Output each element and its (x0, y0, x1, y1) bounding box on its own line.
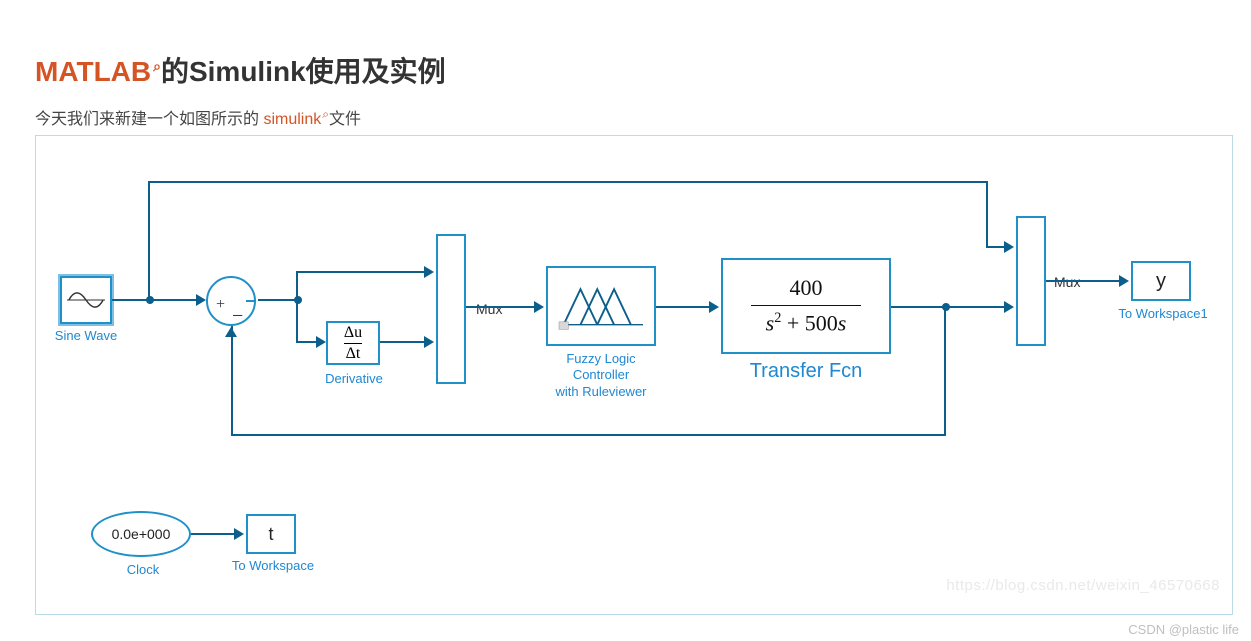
to-workspace-block[interactable]: t (246, 514, 296, 554)
sine-wave-icon (67, 285, 105, 315)
arrow-icon (424, 266, 434, 278)
subtitle: 今天我们来新建一个如图所示的 simulink⌕文件 (35, 105, 361, 129)
search-icon[interactable]: ⌕ (153, 58, 161, 74)
wire (296, 301, 298, 343)
derivative-numerator: Δu (344, 325, 362, 341)
search-icon[interactable]: ⌕ (322, 107, 329, 121)
watermark-url: https://blog.csdn.net/weixin_46570668 (946, 577, 1220, 594)
transfer-fcn-expression: 400 s2 + 500s (751, 275, 861, 336)
mux2-label: Mux (1054, 274, 1080, 290)
subtitle-suffix: 文件 (329, 111, 361, 128)
wire (466, 306, 536, 308)
clock-block[interactable]: 0.0e+000 (91, 511, 191, 557)
transfer-fcn-block[interactable]: 400 s2 + 500s (721, 258, 891, 354)
to-workspace1-var: y (1156, 270, 1166, 293)
wire (946, 306, 1006, 308)
fuzzy-controller-block[interactable] (546, 266, 656, 346)
wire (148, 181, 988, 183)
mux1-label: Mux (476, 301, 502, 317)
subtitle-prefix: 今天我们来新建一个如图所示的 (35, 111, 259, 128)
to-workspace-label: To Workspace (223, 558, 323, 574)
arrow-icon (234, 528, 244, 540)
sine-wave-label: Sine Wave (36, 328, 136, 344)
sine-wave-block[interactable] (60, 276, 112, 324)
wire (1046, 280, 1121, 282)
wire (944, 306, 946, 436)
derivative-block[interactable]: Δu Δt (326, 321, 380, 365)
wire (891, 306, 946, 308)
wire (296, 271, 426, 273)
derivative-symbol: Δu Δt (336, 321, 370, 366)
arrow-icon (196, 294, 206, 306)
wire (296, 271, 298, 301)
to-workspace1-label: To Workspace1 (1108, 306, 1218, 322)
mux2-block[interactable] (1016, 216, 1046, 346)
arrow-icon (1119, 275, 1129, 287)
arrow-icon (316, 336, 326, 348)
subtitle-highlight: simulink (263, 111, 321, 128)
derivative-denominator: Δt (344, 343, 362, 362)
arrow-icon (1004, 241, 1014, 253)
wire (656, 306, 711, 308)
wire (296, 341, 318, 343)
wire (986, 246, 1006, 248)
derivative-label: Derivative (314, 371, 394, 387)
sum-port-icon (246, 300, 256, 302)
arrow-icon (534, 301, 544, 313)
sum-plus-icon: + (216, 296, 225, 314)
wire (258, 299, 298, 301)
fuzzy-controller-label: Fuzzy Logic Controller with Ruleviewer (534, 351, 668, 400)
fuzzy-icon (552, 272, 650, 340)
tf-numerator: 400 (751, 275, 861, 303)
to-workspace-var: t (268, 524, 273, 545)
page-title: MATLAB⌕的Simulink使用及实例 (35, 50, 446, 90)
clock-display: 0.0e+000 (112, 526, 171, 542)
title-highlight: MATLAB (35, 56, 151, 87)
mux1-block[interactable] (436, 234, 466, 384)
arrow-icon (424, 336, 434, 348)
wire (231, 326, 233, 436)
tf-denominator: s2 + 500s (751, 308, 861, 336)
wire (380, 341, 426, 343)
wire (148, 181, 150, 299)
arrow-icon (709, 301, 719, 313)
clock-label: Clock (118, 562, 168, 578)
transfer-fcn-label: Transfer Fcn (731, 359, 881, 384)
wire (986, 181, 988, 248)
wire (112, 299, 198, 301)
sum-block[interactable]: + − (206, 276, 256, 326)
arrow-icon (225, 327, 237, 337)
watermark-author: CSDN @plastic life (1128, 622, 1239, 637)
sum-minus-icon: − (232, 305, 243, 328)
wire (231, 434, 946, 436)
simulink-diagram[interactable]: Sine Wave + − Δu Δt Derivative Mux (35, 135, 1233, 615)
to-workspace1-block[interactable]: y (1131, 261, 1191, 301)
title-rest: 的Simulink使用及实例 (161, 56, 446, 87)
arrow-icon (1004, 301, 1014, 313)
wire (191, 533, 236, 535)
